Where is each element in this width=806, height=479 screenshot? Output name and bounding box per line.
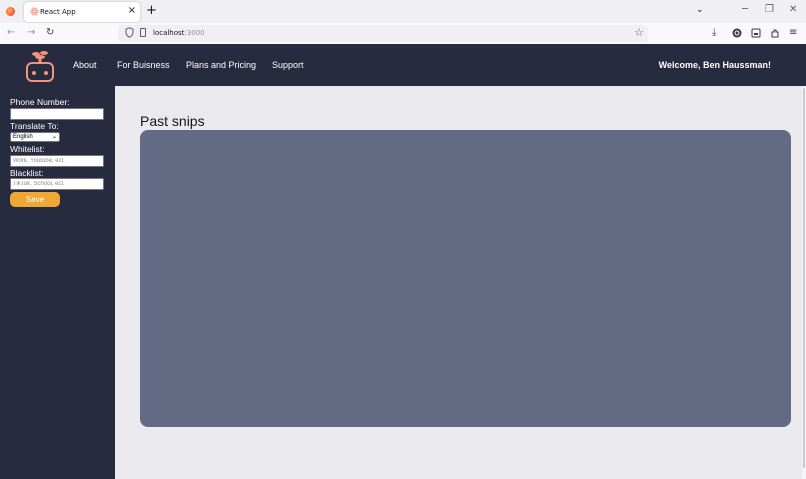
blacklist-label: Blacklist:	[10, 168, 44, 178]
robot-logo-icon[interactable]	[24, 49, 56, 82]
blacklist-input[interactable]	[10, 178, 104, 190]
react-favicon-icon	[30, 7, 39, 16]
translate-language-select[interactable]: English ⌄	[10, 132, 60, 142]
account-icon[interactable]	[732, 28, 742, 38]
browser-navigation-bar: ← → ↻ localhost:3000 ☆ ⤓ ≡	[0, 23, 806, 44]
restore-window-button[interactable]: ❐	[765, 3, 774, 17]
list-all-tabs-icon[interactable]: ⌄	[696, 5, 704, 15]
app-header: About For Buisness Plans and Pricing Sup…	[0, 44, 806, 86]
url-host: localhost	[153, 29, 185, 37]
nav-link-about[interactable]: About	[73, 60, 97, 71]
bookmark-star-icon[interactable]: ☆	[634, 26, 644, 40]
selected-language: English	[13, 134, 33, 140]
extensions-icon[interactable]	[770, 28, 780, 38]
phone-number-label: Phone Number:	[10, 97, 70, 107]
nav-link-plans-and-pricing[interactable]: Plans and Pricing	[186, 60, 256, 71]
url-text[interactable]: localhost:3000	[153, 28, 205, 39]
minimize-window-button[interactable]: ─	[742, 3, 748, 17]
url-port: :3000	[184, 29, 205, 37]
back-icon[interactable]: ←	[7, 26, 15, 40]
main-content: Past snips	[115, 86, 806, 479]
firefox-menu-icon[interactable]	[6, 7, 15, 16]
settings-sidebar: Phone Number: Translate To: English ⌄ Wh…	[0, 86, 115, 479]
whitelist-input[interactable]	[10, 155, 104, 167]
scrollbar-thumb[interactable]	[803, 88, 805, 468]
welcome-message: Welcome, Ben Haussman!	[658, 60, 771, 70]
save-button[interactable]: Save	[10, 192, 60, 207]
page-info-icon[interactable]	[140, 28, 146, 37]
forward-icon[interactable]: →	[27, 26, 35, 40]
browser-tab[interactable]: React App ×	[24, 2, 140, 22]
chevron-down-icon: ⌄	[51, 134, 57, 140]
tab-title: React App	[40, 8, 76, 16]
past-snips-panel	[140, 130, 791, 427]
nav-link-support[interactable]: Support	[272, 60, 304, 71]
downloads-icon[interactable]: ⤓	[712, 26, 716, 40]
scrollbar[interactable]	[802, 86, 806, 479]
new-tab-button[interactable]: +	[146, 3, 157, 19]
whitelist-label: Whitelist:	[10, 144, 45, 154]
reload-icon[interactable]: ↻	[46, 26, 54, 40]
tracking-protection-shield-icon[interactable]	[125, 27, 134, 38]
browser-tab-strip: React App × + ⌄ ─ ❐ ✕	[0, 0, 806, 23]
save-to-pocket-icon[interactable]	[751, 28, 761, 38]
page-title: Past snips	[140, 113, 205, 129]
app-menu-icon[interactable]: ≡	[789, 26, 797, 40]
address-bar[interactable]: localhost:3000 ☆	[118, 25, 648, 42]
close-window-button[interactable]: ✕	[789, 3, 797, 17]
translate-to-label: Translate To:	[10, 121, 59, 131]
phone-number-input[interactable]	[10, 108, 104, 120]
nav-link-for-business[interactable]: For Buisness	[117, 60, 170, 71]
tab-close-icon[interactable]: ×	[128, 5, 136, 17]
